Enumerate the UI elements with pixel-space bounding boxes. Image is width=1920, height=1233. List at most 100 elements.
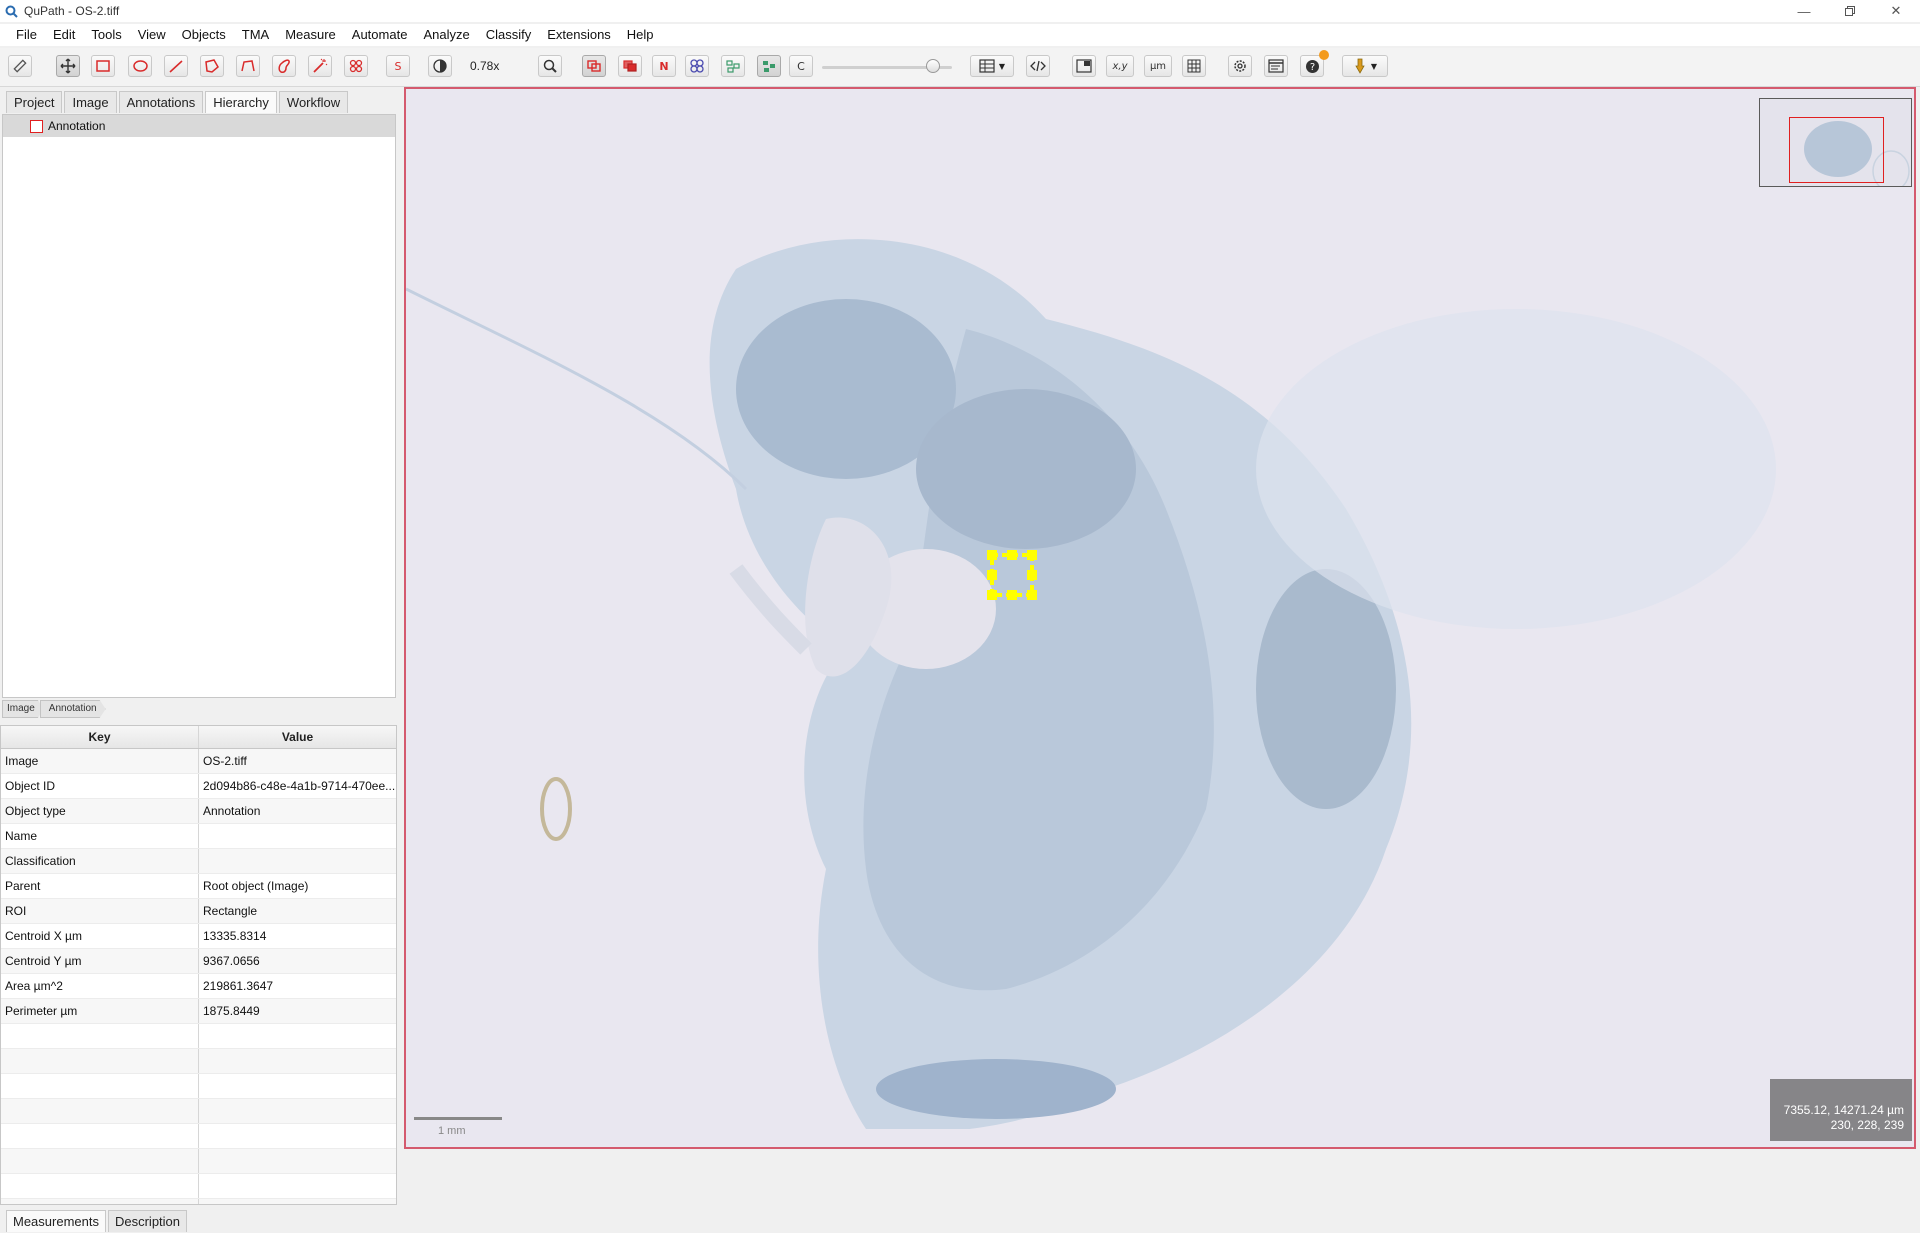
table-row[interactable]: Classification [1,849,396,874]
table-row[interactable]: Parent Root object (Image) [1,874,396,899]
table-row[interactable]: Object type Annotation [1,799,396,824]
fill-annotations-button[interactable] [618,55,642,77]
column-header-value[interactable]: Value [199,726,396,748]
menu-extensions[interactable]: Extensions [539,24,619,46]
empty-cell [1,1149,199,1173]
row-key: Classification [1,849,199,873]
row-value [199,824,396,848]
empty-cell [199,1174,396,1198]
table-row[interactable]: Perimeter µm 1875.8449 [1,999,396,1024]
wand-tool-button[interactable] [308,55,332,77]
table-row[interactable]: ROI Rectangle [1,899,396,924]
tree-item-label: Annotation [48,119,106,133]
measure-tool-button[interactable] [8,55,32,77]
column-header-key[interactable]: Key [1,726,199,748]
overview-thumbnail[interactable] [1759,98,1912,187]
fill-detections-button[interactable] [757,55,781,77]
row-key: Perimeter µm [1,999,199,1023]
script-editor-button[interactable] [1026,55,1050,77]
menu-objects[interactable]: Objects [174,24,234,46]
show-scalebar-button[interactable]: µm [1144,55,1172,77]
restore-button[interactable] [1827,0,1873,22]
tab-description[interactable]: Description [107,1210,188,1232]
tab-image[interactable]: Image [64,91,117,113]
table-row[interactable]: Name [1,824,396,849]
show-location-button[interactable]: x,y [1106,55,1134,77]
tab-hierarchy[interactable]: Hierarchy [205,91,277,113]
row-value: Annotation [203,804,261,818]
zoom-to-fit-button[interactable] [538,55,562,77]
hierarchy-tree[interactable]: Annotation [2,114,396,698]
code-icon [1030,60,1046,72]
show-connections-button[interactable]: C [789,55,813,77]
extensions-tool-button[interactable]: ▼ [1342,55,1388,77]
tree-item-annotation[interactable]: Annotation [3,115,395,137]
preferences-button[interactable] [1228,55,1252,77]
tab-annotations[interactable]: Annotations [118,91,204,113]
table-row[interactable]: Centroid Y µm 9367.0656 [1,949,396,974]
minimize-button[interactable]: — [1781,0,1827,22]
rectangle-tool-button[interactable] [91,55,115,77]
line-tool-button[interactable] [164,55,188,77]
empty-cell [199,1199,396,1204]
properties-table[interactable]: Key Value Image OS-2.tiff Object ID 2d094b… [0,725,397,1205]
selection-mode-button[interactable]: S [386,55,410,77]
move-tool-button[interactable] [56,55,80,77]
opacity-slider-thumb[interactable] [926,59,940,73]
show-overview-button[interactable] [1072,55,1096,77]
table-row-empty [1,1124,396,1149]
empty-cell [1,1174,199,1198]
overview-icon [1076,59,1092,73]
tab-project[interactable]: Project [6,91,63,113]
menu-analyze[interactable]: Analyze [415,24,477,46]
empty-cell [1,1124,199,1148]
breadcrumb-annotation[interactable]: Annotation [40,700,106,718]
window-title: QuPath - OS-2.tiff [24,4,120,18]
tab-workflow[interactable]: Workflow [278,91,349,113]
annotations-icon [587,60,601,72]
menu-file[interactable]: File [0,24,45,46]
row-value: 13335.8314 [203,929,267,943]
cursor-readout: 7355.12, 14271.24 µm 230, 228, 239 [1770,1079,1912,1141]
grid-icon [1187,59,1201,73]
selected-rectangle-annotation[interactable] [982,545,1042,605]
overview-viewport-indicator[interactable] [1789,117,1884,183]
brush-tool-button[interactable] [272,55,296,77]
menu-tools[interactable]: Tools [83,24,129,46]
close-button[interactable]: ✕ [1873,0,1919,22]
annotation-square-icon [30,119,43,133]
table-row[interactable]: Object ID 2d094b86-c48e-4a1b-9714-470ee..… [1,774,396,799]
log-button[interactable] [1264,55,1288,77]
menu-classify[interactable]: Classify [478,24,540,46]
tab-measurements[interactable]: Measurements [6,1210,106,1232]
row-value: 2d094b86-c48e-4a1b-9714-470ee... [203,779,396,793]
menu-tma[interactable]: TMA [234,24,277,46]
show-detections-button[interactable] [721,55,745,77]
polyline-tool-button[interactable] [236,55,260,77]
brightness-contrast-button[interactable] [428,55,452,77]
table-row-empty [1,1149,396,1174]
ellipse-tool-button[interactable] [128,55,152,77]
table-row-empty [1,1049,396,1074]
points-tool-button[interactable] [344,55,368,77]
table-row[interactable]: Image OS-2.tiff [1,749,396,774]
menu-measure[interactable]: Measure [277,24,344,46]
breadcrumb-image[interactable]: Image [2,700,44,718]
show-annotations-button[interactable] [582,55,606,77]
menu-view[interactable]: View [130,24,174,46]
menu-edit[interactable]: Edit [45,24,83,46]
image-viewer[interactable]: 1 mm 7355.12, 14271.24 µm 230, 228, 239 [404,87,1916,1149]
table-header: Key Value [1,726,396,749]
menu-automate[interactable]: Automate [344,24,416,46]
measurement-table-button[interactable]: ▼ [970,55,1014,77]
points-icon [349,59,363,73]
menu-help[interactable]: Help [619,24,662,46]
table-row-empty [1,1074,396,1099]
show-tma-grid-button[interactable] [685,55,709,77]
show-grid-button[interactable] [1182,55,1206,77]
table-row[interactable]: Centroid X µm 13335.8314 [1,924,396,949]
show-names-button[interactable]: N [652,55,676,77]
table-row[interactable]: Area µm^2 219861.3647 [1,974,396,999]
polygon-tool-button[interactable] [200,55,224,77]
log-icon [1268,59,1284,73]
